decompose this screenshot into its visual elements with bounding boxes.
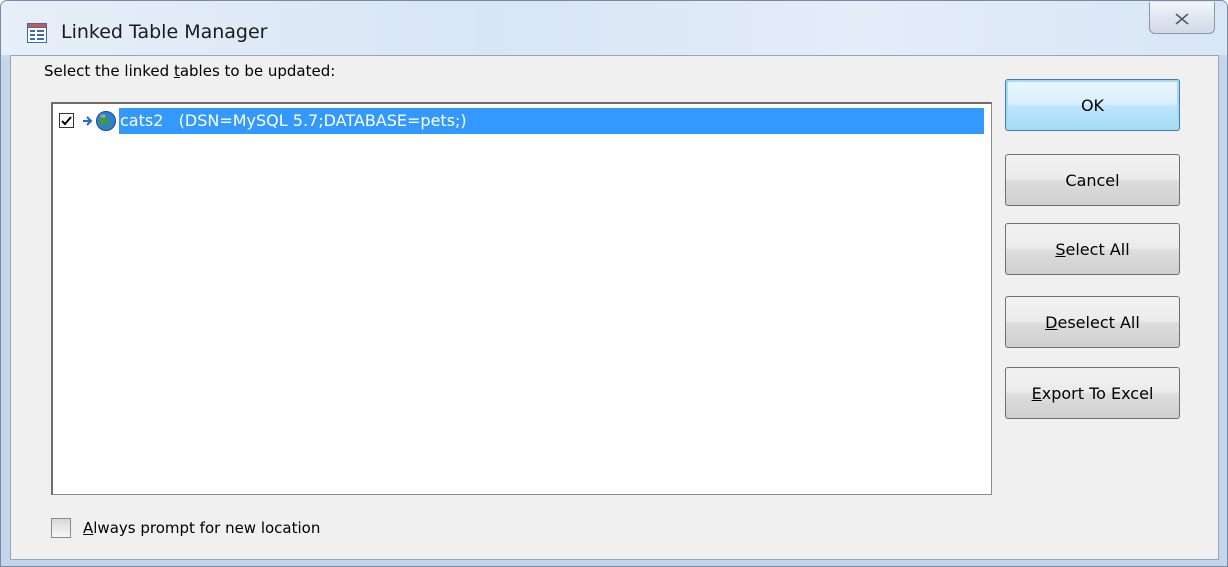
form-icon <box>27 23 47 43</box>
window-title: Linked Table Manager <box>61 21 268 43</box>
export-mnemonic: E <box>1031 383 1042 403</box>
deselect-all-button[interactable]: Deselect All <box>1005 296 1180 348</box>
arrow-right-icon <box>82 111 96 131</box>
export-label: xport To Excel <box>1041 383 1154 403</box>
linked-tables-list[interactable]: cats2 (DSN=MySQL 5.7;DATABASE=pets;) <box>51 102 992 495</box>
deselect-all-mnemonic: D <box>1045 312 1058 332</box>
select-all-mnemonic: S <box>1055 239 1066 259</box>
select-all-label: elect All <box>1065 239 1130 259</box>
always-prompt-label: Always prompt for new location <box>83 516 320 540</box>
cancel-label: Cancel <box>1065 170 1120 190</box>
ok-button[interactable]: OK <box>1005 79 1180 131</box>
list-prompt-label: Select the linked tables to be updated: <box>44 62 335 80</box>
ok-label: OK <box>1080 95 1105 115</box>
always-prompt-checkbox[interactable] <box>51 518 71 538</box>
export-to-excel-button[interactable]: Export To Excel <box>1005 367 1180 419</box>
always-prompt-mnemonic: A <box>83 519 94 537</box>
list-item-label: cats2 (DSN=MySQL 5.7;DATABASE=pets;) <box>119 108 984 134</box>
list-item[interactable]: cats2 (DSN=MySQL 5.7;DATABASE=pets;) <box>57 108 984 134</box>
deselect-all-label: eselect All <box>1057 312 1140 332</box>
prompt-text: Select the linked <box>44 62 174 80</box>
close-icon <box>1175 6 1189 30</box>
cancel-button[interactable]: Cancel <box>1005 154 1180 206</box>
always-prompt-text: lways prompt for new location <box>93 519 321 537</box>
checkmark-icon <box>61 115 72 125</box>
title-bar[interactable]: Linked Table Manager <box>1 1 1227 55</box>
select-all-button[interactable]: Select All <box>1005 223 1180 275</box>
item-checkbox[interactable] <box>59 113 74 128</box>
linked-table-manager-window: Linked Table Manager Select the linked t… <box>0 0 1228 567</box>
prompt-text-rest: ables to be updated: <box>179 62 336 80</box>
close-button[interactable] <box>1149 2 1215 34</box>
globe-icon <box>95 110 117 132</box>
